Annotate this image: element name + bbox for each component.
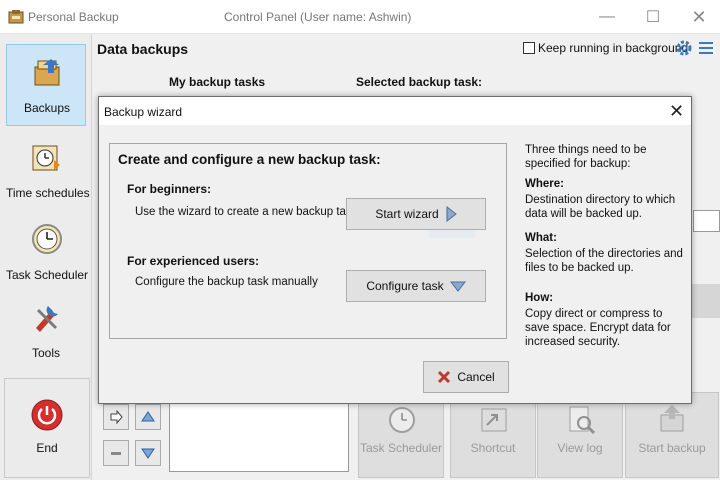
app-logo-icon bbox=[8, 10, 24, 24]
sidebar: Backups Time schedules Task Scheduler To… bbox=[0, 34, 92, 480]
move-down-button[interactable] bbox=[135, 440, 161, 466]
task-scheduler-icon bbox=[32, 224, 62, 254]
keep-running-checkbox[interactable]: Keep running in background bbox=[523, 41, 688, 55]
sidebar-item-label: Tools bbox=[31, 346, 60, 360]
close-window-button[interactable]: ✕ bbox=[676, 0, 720, 34]
triangle-down-icon bbox=[449, 281, 466, 292]
dialog-close-button[interactable]: ✕ bbox=[669, 101, 684, 122]
close-x-icon bbox=[438, 370, 451, 384]
sidebar-item-label: Task Scheduler bbox=[6, 268, 89, 282]
help-where-heading: Where: bbox=[525, 178, 564, 190]
help-intro: Three things need to be specified for ba… bbox=[525, 144, 647, 170]
wizard-options-group: Create and configure a new backup task: … bbox=[109, 143, 507, 339]
triangle-up-icon bbox=[141, 411, 155, 422]
menu-icon[interactable] bbox=[699, 42, 713, 54]
start-wizard-label: Start wizard bbox=[375, 207, 439, 221]
sidebar-item-label: Time schedules bbox=[6, 186, 90, 200]
beginners-heading: For beginners: bbox=[127, 182, 212, 196]
sidebar-item-task-scheduler[interactable]: Task Scheduler bbox=[6, 212, 89, 294]
experienced-heading: For experienced users: bbox=[127, 254, 260, 268]
sidebar-item-tools[interactable]: Tools bbox=[6, 290, 86, 372]
help-where-text: Destination directory to which data will… bbox=[525, 194, 676, 220]
window-title: Control Panel (User name: Ashwin) bbox=[224, 10, 412, 24]
start-wizard-button[interactable]: Start wizard bbox=[346, 198, 486, 230]
dialog-titlebar: Backup wizard ✕ bbox=[99, 97, 691, 125]
wizard-heading: Create and configure a new backup task: bbox=[118, 152, 381, 167]
bottom-button-label: Start backup bbox=[638, 441, 706, 455]
keep-running-label: Keep running in background bbox=[538, 41, 689, 55]
configure-task-label: Configure task bbox=[366, 279, 444, 293]
beginners-text: Use the wizard to create a new backup ta… bbox=[135, 206, 358, 218]
time-schedules-icon bbox=[32, 145, 60, 171]
view-log-icon bbox=[569, 406, 596, 435]
end-label: End bbox=[36, 441, 58, 455]
power-icon bbox=[31, 399, 63, 431]
start-backup-icon bbox=[660, 405, 684, 432]
my-backup-tasks-header: My backup tasks bbox=[169, 75, 266, 89]
bottom-button-label: View log bbox=[557, 441, 603, 455]
app-title: Personal Backup bbox=[28, 10, 119, 24]
page-title: Data backups bbox=[97, 41, 189, 57]
experienced-text: Configure the backup task manually bbox=[135, 276, 318, 288]
remove-task-button[interactable] bbox=[103, 440, 129, 466]
gear-icon[interactable] bbox=[675, 39, 693, 57]
sidebar-item-label: Backups bbox=[23, 101, 71, 115]
end-button[interactable]: End bbox=[4, 378, 90, 478]
view-log-button[interactable]: View log bbox=[537, 392, 623, 478]
task-scheduler-icon bbox=[389, 407, 415, 433]
bottom-button-label: Task Scheduler bbox=[359, 441, 443, 455]
window-titlebar: Personal Backup Control Panel (User name… bbox=[0, 0, 720, 34]
play-arrow-icon bbox=[446, 206, 457, 222]
backup-task-list[interactable] bbox=[169, 392, 349, 472]
help-what-text: Selection of the directories and files t… bbox=[525, 248, 683, 274]
arrow-right-icon bbox=[110, 410, 123, 424]
help-what-heading: What: bbox=[525, 232, 557, 244]
backup-wizard-dialog: Backup wizard ✕ Create and configure a n… bbox=[98, 96, 692, 404]
sidebar-item-time-schedules[interactable]: Time schedules bbox=[6, 130, 90, 212]
bottom-button-label: Shortcut bbox=[470, 441, 516, 455]
cancel-button[interactable]: Cancel bbox=[423, 361, 509, 393]
dialog-title: Backup wizard bbox=[104, 105, 183, 119]
sidebar-item-backups[interactable]: Backups bbox=[6, 44, 86, 126]
add-task-button[interactable] bbox=[103, 404, 129, 430]
minus-icon bbox=[111, 452, 121, 455]
shortcut-icon bbox=[481, 408, 507, 432]
move-up-button[interactable] bbox=[135, 404, 161, 430]
checkbox-box[interactable] bbox=[523, 42, 535, 54]
triangle-down-icon bbox=[141, 448, 155, 459]
task-scheduler-button[interactable]: Task Scheduler bbox=[358, 392, 444, 478]
backups-icon bbox=[34, 59, 60, 86]
minimize-button[interactable]: — bbox=[584, 0, 630, 34]
task-field[interactable] bbox=[693, 210, 720, 232]
help-how-text: Copy direct or compress to save space. E… bbox=[525, 308, 671, 348]
start-backup-button[interactable]: Start backup bbox=[625, 392, 719, 478]
shortcut-button[interactable]: Shortcut bbox=[450, 392, 536, 478]
help-how-heading: How: bbox=[525, 292, 554, 304]
tools-icon bbox=[36, 306, 58, 332]
selected-task-header: Selected backup task: bbox=[356, 75, 483, 89]
maximize-button[interactable]: ☐ bbox=[630, 0, 676, 34]
cancel-label: Cancel bbox=[457, 370, 495, 384]
configure-task-button[interactable]: Configure task bbox=[346, 270, 486, 302]
